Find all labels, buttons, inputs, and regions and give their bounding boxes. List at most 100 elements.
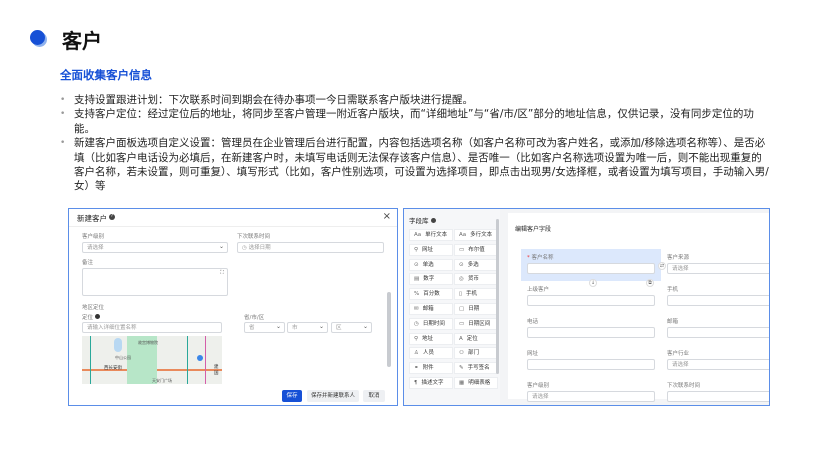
field-type-item[interactable]: ▯ 手机: [454, 288, 498, 301]
field-type-label: 定位: [466, 335, 478, 342]
feature-item: 支持客户定位：经过定位后的地址，将同步至客户管理一附近客户版块，而“详细地址”与…: [60, 107, 770, 136]
new-customer-modal-screenshot: 新建客户 ? × 客户级别 请选择 ⌄ 下次联系时间 ◷ 选择日期 备注 ⛶ 地区…: [68, 208, 398, 406]
map-label: 故宫博物院: [138, 340, 158, 345]
field-type-label: 多行文本: [470, 232, 493, 238]
field-type-item[interactable]: ⚲ 地址: [409, 332, 453, 345]
date-placeholder: 选择日期: [248, 245, 271, 251]
field-type-icon: ✎: [459, 365, 464, 372]
feature-item: 支持设置跟进计划：下次联系时间到期会在待办事项一今日需联系客户版块进行提醒。: [60, 93, 770, 108]
help-icon[interactable]: ?: [109, 214, 115, 220]
field-type-icon: Aa: [414, 232, 422, 238]
map-label: 中山公园: [115, 355, 131, 360]
form-field-label: 下次联系时间: [667, 383, 701, 389]
form-field-label: 客户行业: [667, 351, 690, 357]
field-type-icon: ◎: [459, 276, 464, 283]
form-field-input[interactable]: [667, 327, 769, 338]
form-field-input[interactable]: 请选择: [527, 391, 655, 402]
field-type-icon: ◷: [414, 320, 419, 327]
field-type-label: 单选: [422, 261, 434, 268]
form-field-input[interactable]: [667, 391, 769, 402]
locate-input[interactable]: 请输入详细位置名称: [82, 322, 222, 333]
field-type-label: 百分数: [423, 291, 440, 298]
field-type-item[interactable]: ✎ 手写签名: [454, 362, 498, 375]
field-type-label: 描述文字: [421, 380, 444, 386]
field-type-icon: %: [414, 291, 420, 298]
field-type-item[interactable]: ◎ 货币: [454, 273, 498, 286]
form-field-label: 上级客户: [527, 287, 550, 293]
field-type-item[interactable]: ✉ 邮箱: [409, 303, 453, 315]
expand-icon[interactable]: ⛶: [220, 270, 224, 276]
field-type-label: 明细表格: [468, 380, 491, 386]
close-icon[interactable]: ×: [383, 211, 391, 222]
field-type-icon: ⚲: [414, 335, 419, 342]
form-field-input[interactable]: [527, 295, 655, 306]
save-and-new-contact-button[interactable]: 保存并新建联系人: [307, 390, 359, 402]
page-title: 客户: [62, 29, 102, 53]
help-icon[interactable]: [94, 314, 100, 319]
form-field-label: 电话: [527, 319, 539, 325]
form-field-label: * 客户名称: [527, 255, 554, 261]
field-type-item[interactable]: ⚇ 部门: [454, 347, 498, 360]
field-type-item[interactable]: ▭ 布尔值: [454, 243, 498, 256]
parking-icon: [197, 355, 203, 361]
field-type-label: 手写签名: [467, 365, 490, 372]
form-field-input[interactable]: 请选择: [667, 263, 769, 274]
field-type-item[interactable]: ▭ 日期区间: [454, 317, 498, 330]
field-type-item[interactable]: % 百分数: [409, 288, 453, 301]
help-icon[interactable]: [430, 218, 436, 223]
field-type-icon: ▯: [459, 291, 463, 298]
form-field-input[interactable]: 请选择: [667, 359, 769, 370]
district-select[interactable]: 区 ⌄: [331, 322, 372, 333]
field-type-label: 多选: [467, 261, 479, 268]
field-type-icon: ✉: [414, 306, 419, 312]
copy-icon[interactable]: ⧉: [646, 279, 654, 287]
form-field-input[interactable]: [667, 295, 769, 306]
field-type-icon: ¶: [414, 380, 418, 386]
form-field-input[interactable]: [527, 327, 655, 338]
field-type-icon: Aa: [459, 232, 467, 238]
form-field-input[interactable]: [527, 263, 655, 274]
arrow-down-icon[interactable]: ↓: [589, 279, 597, 287]
field-type-item[interactable]: A 定位: [454, 332, 498, 345]
field-type-item[interactable]: ⚲ 网址: [409, 243, 453, 256]
cancel-button[interactable]: 取消: [363, 390, 385, 402]
next-contact-label: 下次联系时间: [237, 234, 271, 240]
next-contact-date-input[interactable]: ◷ 选择日期: [237, 242, 384, 253]
swap-icon[interactable]: ⇄: [658, 262, 666, 270]
save-button[interactable]: 保存: [282, 390, 302, 402]
field-type-item[interactable]: ⚭ 附件: [409, 362, 453, 375]
field-type-label: 网址: [422, 246, 434, 253]
remark-textarea[interactable]: ⛶: [82, 268, 228, 296]
field-library: 字段库 Aa 单行文本 Aa 多行文本 ⚲ 网址 ▭ 布尔值 ⊙ 单选 ⊙ 多选 ▤ 数字 ◎ 货币% 百分数 ▯…: [404, 209, 500, 405]
field-type-label: 数字: [423, 276, 435, 283]
field-type-label: 货币: [467, 276, 479, 283]
field-type-item[interactable]: ¶ 描述文字: [409, 377, 453, 389]
field-type-item[interactable]: ⊙ 多选: [454, 258, 498, 271]
locate-label: 定位: [82, 313, 100, 321]
level-select[interactable]: 请选择 ⌄: [82, 242, 228, 253]
map-label: 建国: [214, 365, 219, 376]
form-field-input[interactable]: [527, 359, 655, 370]
field-type-label: 日期时间: [422, 320, 445, 327]
field-type-item[interactable]: ▦ 明细表格: [454, 377, 498, 389]
field-type-icon: A: [459, 335, 463, 342]
field-type-icon: ▭: [459, 320, 465, 327]
scrollbar[interactable]: [496, 219, 499, 374]
city-select[interactable]: 市 ⌄: [287, 322, 328, 333]
field-type-icon: ▭: [459, 246, 465, 253]
field-type-item[interactable]: ⊙ 单选: [409, 258, 453, 271]
map-view[interactable]: 中山公园 故宫博物院 西长安街 天安门广场 建国: [82, 336, 222, 384]
field-type-item[interactable]: ▤ 数字: [409, 273, 453, 286]
province-select[interactable]: 省 ⌄: [244, 322, 285, 333]
scrollbar[interactable]: [387, 292, 391, 367]
field-type-item[interactable]: ◷ 日期时间: [409, 317, 453, 330]
field-type-item[interactable]: ▢ 日期: [454, 303, 498, 315]
editor-title: 编辑客户字段: [515, 226, 552, 233]
feature-list: 支持设置跟进计划：下次联系时间到期会在待办事项一今日需联系客户版块进行提醒。 支…: [60, 93, 770, 194]
form-field-label: 客户级别: [527, 383, 550, 389]
field-type-label: 附件: [422, 365, 434, 372]
field-type-item[interactable]: Aa 多行文本: [454, 229, 498, 241]
field-type-item[interactable]: Aa 单行文本: [409, 229, 453, 241]
field-type-item[interactable]: ♙ 人员: [409, 347, 453, 360]
remark-label: 备注: [82, 260, 94, 266]
